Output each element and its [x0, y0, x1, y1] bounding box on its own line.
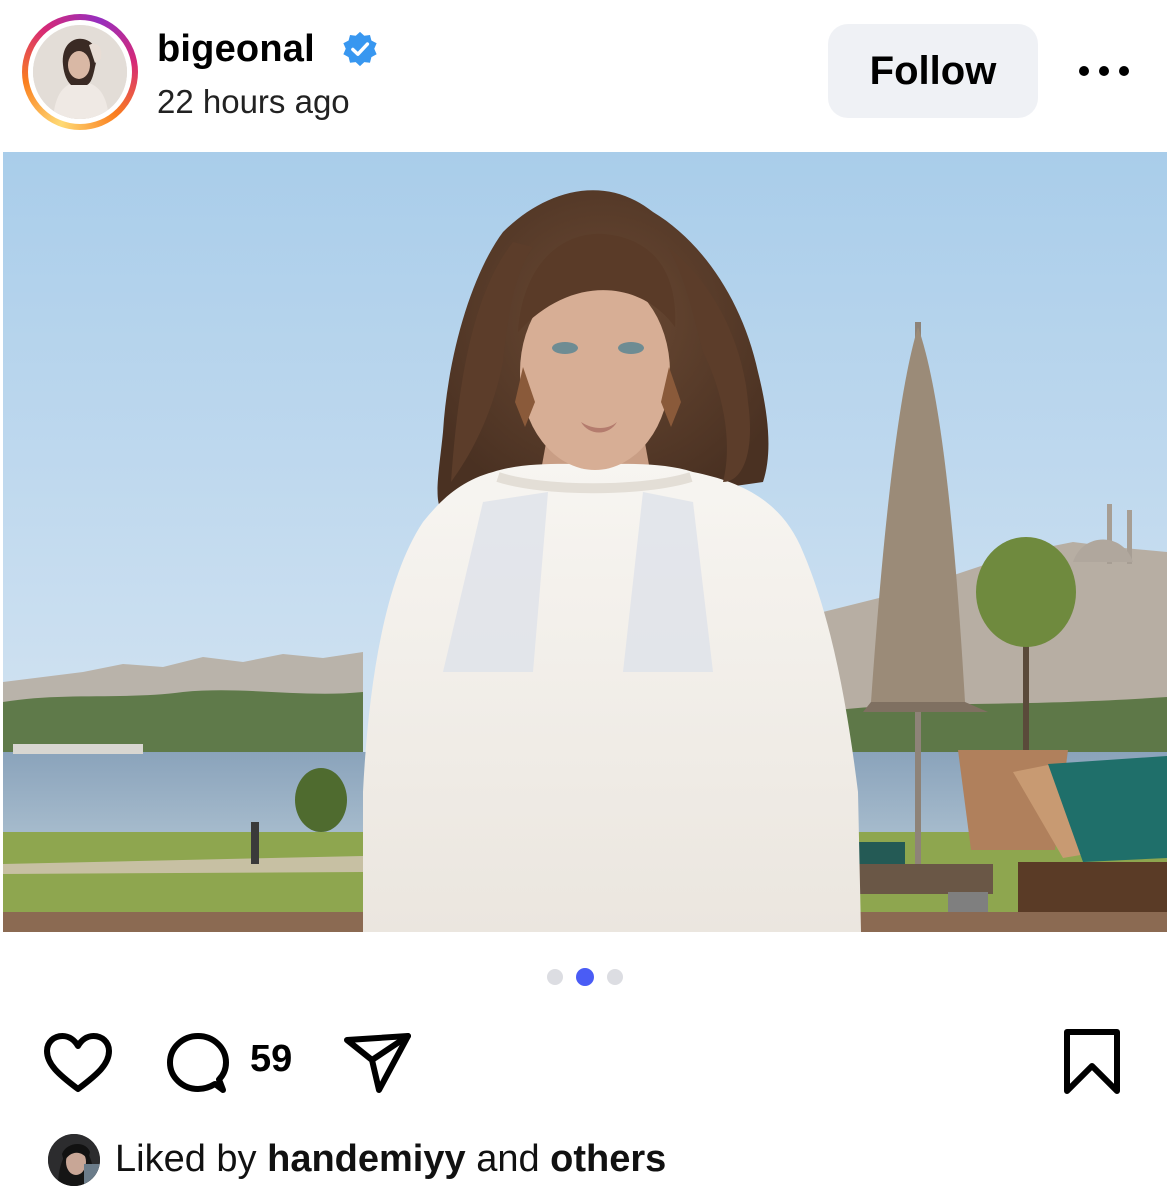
post-header: bigeonal 22 hours ago Follow: [0, 0, 1170, 152]
likes-others-link[interactable]: others: [550, 1138, 666, 1180]
action-bar: 59: [0, 1020, 1170, 1100]
post-timestamp: 22 hours ago: [157, 83, 350, 120]
verified-badge-icon: [343, 31, 377, 67]
post-image[interactable]: [3, 152, 1167, 932]
carousel-dot: [607, 969, 623, 985]
follow-button[interactable]: Follow: [828, 24, 1038, 118]
liked-by-text: Liked by handemiyy and others: [115, 1138, 666, 1181]
comment-icon[interactable]: [165, 1032, 231, 1094]
likes-summary: Liked by handemiyy and others: [48, 1132, 1148, 1188]
comment-count: 59: [250, 1038, 293, 1080]
more-options-icon[interactable]: [1075, 52, 1133, 92]
avatar[interactable]: [33, 25, 127, 119]
carousel-dot: [547, 969, 563, 985]
carousel-dot-active: [576, 968, 594, 986]
liked-by-prefix: Liked by: [115, 1138, 257, 1180]
send-icon[interactable]: [343, 1030, 413, 1096]
liker-username-link[interactable]: handemiyy: [267, 1138, 466, 1180]
liked-by-conjunction: and: [476, 1138, 540, 1180]
carousel-indicator: [545, 967, 627, 987]
bookmark-icon[interactable]: [1063, 1028, 1121, 1096]
heart-icon[interactable]: [43, 1032, 113, 1094]
liker-avatar[interactable]: [48, 1134, 100, 1186]
author-username[interactable]: bigeonal: [157, 28, 315, 71]
story-ring[interactable]: [22, 14, 138, 130]
